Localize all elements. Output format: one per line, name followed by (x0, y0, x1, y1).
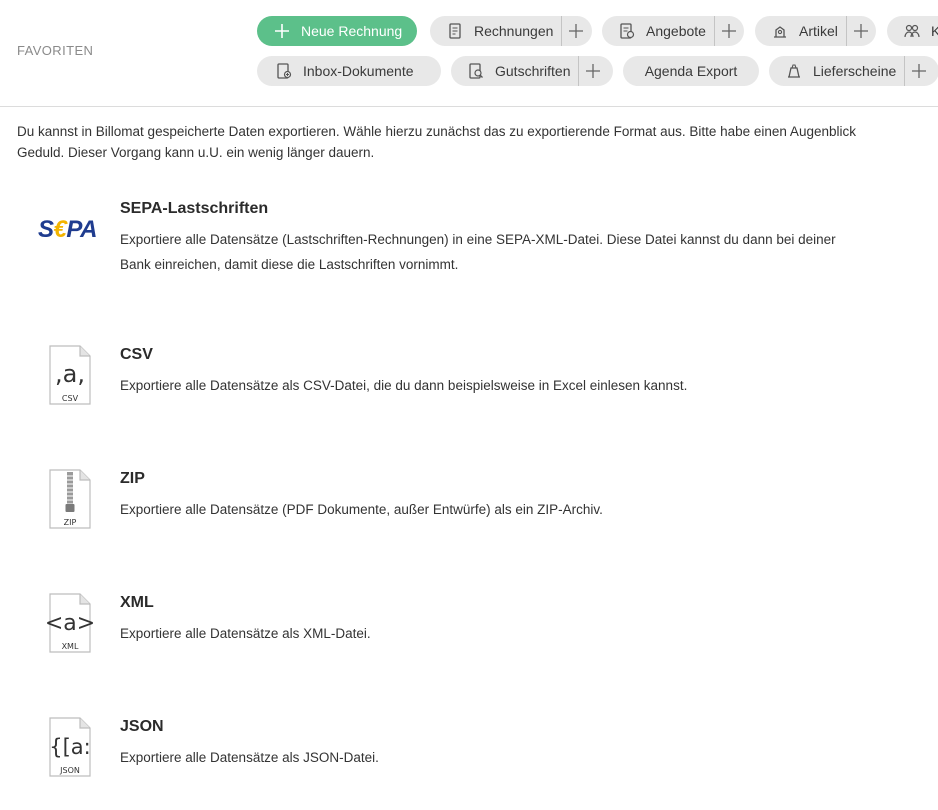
add-invoice-button[interactable] (561, 16, 590, 46)
intro-text: Du kannst in Billomat gespeicherte Daten… (17, 124, 856, 160)
new-invoice-button[interactable]: Neue Rechnung (257, 16, 417, 46)
plus-icon (273, 22, 291, 40)
add-offer-button[interactable] (713, 16, 743, 46)
favorite-invoices[interactable]: Rechnungen (430, 16, 592, 46)
export-title[interactable]: XML (120, 594, 154, 612)
svg-text:JSON: JSON (59, 766, 80, 775)
delivery-notes-label: Lieferscheine (813, 63, 897, 79)
add-article-button[interactable] (845, 16, 875, 46)
xml-file-icon: <a> XML (46, 593, 94, 653)
inbox-icon (275, 62, 293, 80)
add-credit-note-button[interactable] (578, 56, 607, 86)
svg-text:<a>: <a> (46, 611, 94, 636)
export-title[interactable]: SEPA-Lastschriften (120, 200, 268, 218)
export-title[interactable]: CSV (120, 346, 153, 364)
favorites-label: FAVORITEN (17, 43, 94, 58)
export-description: Exportiere alle Datensätze als XML-Datei… (120, 626, 371, 641)
favorite-agenda-export[interactable]: Agenda Export (623, 56, 759, 86)
customers-label: K (931, 23, 938, 39)
export-description: Exportiere alle Datensätze (Lastschrifte… (120, 232, 836, 272)
zip-file-icon: ZIP (49, 469, 91, 529)
export-title[interactable]: JSON (120, 718, 164, 736)
svg-text:CSV: CSV (62, 394, 79, 403)
favorite-inbox-documents[interactable]: Inbox-Dokumente (257, 56, 441, 86)
favorite-articles[interactable]: Artikel (755, 16, 876, 46)
favorite-delivery-notes[interactable]: Lieferscheine (769, 56, 938, 86)
new-invoice-label: Neue Rechnung (301, 23, 403, 39)
credit-notes-label: Gutschriften (495, 63, 571, 79)
svg-text:XML: XML (62, 642, 79, 651)
favorites-bar: FAVORITEN Neue Rechnung Rechnungen Angeb… (0, 0, 938, 107)
agenda-export-label: Agenda Export (644, 63, 738, 79)
sepa-logo-icon: S€PA (38, 216, 97, 243)
favorite-customers[interactable]: K (887, 16, 938, 46)
svg-text:,a,: ,a, (55, 360, 85, 388)
export-description: Exportiere alle Datensätze als CSV-Datei… (120, 378, 688, 393)
favorite-credit-notes[interactable]: Gutschriften (451, 56, 613, 86)
json-file-icon: {[a: JSON (49, 717, 91, 777)
favorite-offers[interactable]: Angebote (602, 16, 744, 46)
svg-text:ZIP: ZIP (64, 518, 77, 527)
plus-icon (586, 64, 601, 78)
export-title[interactable]: ZIP (120, 470, 145, 488)
svg-text:{[a:: {[a: (49, 735, 91, 759)
credit-note-icon (467, 62, 485, 80)
export-description: Exportiere alle Datensätze (PDF Dokument… (120, 502, 603, 517)
plus-icon (912, 64, 927, 78)
articles-label: Artikel (799, 23, 838, 39)
offers-label: Angebote (646, 23, 706, 39)
plus-icon (569, 24, 584, 38)
delivery-note-icon (785, 62, 803, 80)
plus-icon (721, 24, 736, 38)
offer-icon (618, 22, 636, 40)
export-description: Exportiere alle Datensätze als JSON-Date… (120, 750, 379, 765)
csv-file-icon: ,a, CSV (49, 345, 91, 405)
article-icon (771, 22, 789, 40)
invoices-label: Rechnungen (474, 23, 554, 39)
inbox-documents-label: Inbox-Dokumente (303, 63, 414, 79)
invoice-icon (446, 22, 464, 40)
plus-icon (853, 24, 868, 38)
customers-icon (903, 22, 921, 40)
add-delivery-note-button[interactable] (904, 56, 933, 86)
